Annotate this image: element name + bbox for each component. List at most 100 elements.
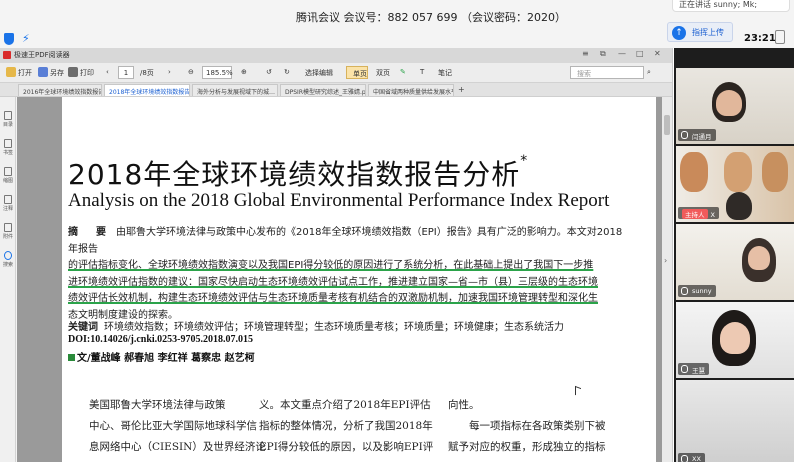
menu-icon[interactable]: ≡ bbox=[582, 49, 589, 58]
paper-title-text: 2018年全球环境绩效指数报告分析 bbox=[68, 158, 521, 191]
app-title: 极速王PDF阅读器 bbox=[14, 51, 70, 59]
chevron-right-icon[interactable]: › bbox=[664, 256, 667, 265]
sidebar-item-bookmarks[interactable]: 书签 bbox=[0, 139, 16, 156]
search-icon[interactable]: ⌕ bbox=[647, 68, 651, 77]
document-viewport[interactable]: 2018年全球环境绩效指数报告分析* Analysis on the 2018 … bbox=[17, 97, 662, 462]
author-marker-icon bbox=[68, 354, 75, 361]
abstract-line: 的评估指标变化、全球环境绩效指数演变以及我国EPI得分较低的原因进行了系统分析，… bbox=[68, 260, 594, 271]
mic-icon bbox=[681, 455, 688, 462]
body-column-3: 向性。 每一项指标在各政策类别下被 赋予对应的权重，形成独立的指标 bbox=[448, 395, 606, 458]
title-footnote-mark: * bbox=[520, 153, 529, 169]
tab-overseas-analysis[interactable]: 海外分析与发展视域下的城… bbox=[192, 84, 278, 96]
double-page-button[interactable]: 双页 bbox=[376, 68, 390, 78]
single-page-button[interactable]: 单页 bbox=[346, 66, 368, 79]
upload-icon: ↑ bbox=[672, 26, 686, 40]
body-line: 向性。 bbox=[448, 399, 480, 411]
tab-provincial-quality[interactable]: 中国省域两种质量供给发展水平评… bbox=[368, 84, 454, 96]
participant-tile[interactable]: 闫通月 bbox=[676, 68, 794, 144]
rotate-left-icon[interactable]: ↺ bbox=[266, 68, 272, 76]
body-line: 息网络中心（CIESIN）及世界经济论 bbox=[89, 441, 266, 453]
body-line: 赋予对应的权重，形成独立的指标 bbox=[448, 441, 606, 453]
maximize-icon[interactable]: □ bbox=[636, 49, 644, 58]
save-icon[interactable] bbox=[38, 67, 48, 77]
shield-icon[interactable] bbox=[4, 33, 14, 45]
sidebar-item-attachments[interactable]: 附件 bbox=[0, 223, 16, 240]
bookmark-icon bbox=[4, 139, 12, 148]
save-as-button[interactable]: 另存 bbox=[50, 68, 64, 78]
minimize-icon[interactable]: — bbox=[618, 49, 626, 58]
rotate-right-icon[interactable]: ↻ bbox=[284, 68, 290, 76]
select-mode-button[interactable]: 选择编辑 bbox=[305, 68, 333, 78]
print-button[interactable]: 打印 bbox=[80, 68, 94, 78]
sidebar: 目录 书签 缩图 注释 附件 搜索 bbox=[0, 97, 16, 462]
scroll-thumb[interactable] bbox=[664, 115, 670, 135]
vertical-scrollbar[interactable] bbox=[662, 97, 672, 462]
body-column-2: 义。本文重点介绍了2018年EPI评估 指标的整体情况，分析了我国2018年 E… bbox=[259, 395, 433, 458]
body-line: 义。本文重点介绍了2018年EPI评估 bbox=[259, 399, 431, 411]
highlight-pen-icon[interactable]: ✎ bbox=[400, 68, 406, 76]
search-icon bbox=[4, 251, 12, 260]
body-column-1: 美国耶鲁大学环境法律与政策 中心、哥伦比亚大学国际地球科学信 息网络中心（CIE… bbox=[89, 395, 266, 458]
participant-name: 闫通月 bbox=[678, 129, 716, 141]
participant-tile[interactable]: XX bbox=[676, 380, 794, 462]
sidebar-label: 注释 bbox=[2, 206, 13, 212]
person-figure bbox=[726, 192, 752, 220]
sidebar-label: 搜索 bbox=[2, 262, 13, 268]
chat-preview: 正在讲话 sunny; Mk; bbox=[672, 0, 790, 12]
sidebar-item-toc[interactable]: 目录 bbox=[0, 111, 16, 128]
mic-icon bbox=[681, 287, 688, 295]
network-icon[interactable]: ⚡ bbox=[22, 32, 30, 45]
painting-icon bbox=[680, 152, 708, 192]
annotation-icon bbox=[4, 195, 12, 204]
tab-2018-report[interactable]: 2018年全球环境绩效指数报告分… bbox=[104, 84, 190, 96]
raise-hand-button[interactable]: ↑ 指挥上传 bbox=[667, 22, 733, 42]
app-logo-icon bbox=[3, 51, 11, 59]
sidebar-item-thumbnails[interactable]: 缩图 bbox=[0, 167, 16, 184]
annotate-button[interactable]: 笔记 bbox=[438, 68, 452, 78]
tab-2016-report[interactable]: 2016年全球环境绩效指数报告… bbox=[18, 84, 102, 96]
pdf-reader-window: 极速王PDF阅读器 ≡ ⧉ — □ ✕ 打开 另存 打印 ‹ 1 /8页 › ⊖… bbox=[0, 48, 673, 462]
painting-icon bbox=[724, 152, 752, 192]
search-input[interactable]: 搜索 bbox=[570, 66, 644, 79]
raise-hand-label: 指挥上传 bbox=[692, 28, 724, 37]
text-icon[interactable]: T bbox=[420, 68, 424, 76]
person-face bbox=[748, 246, 770, 270]
sidebar-label: 缩图 bbox=[2, 178, 13, 184]
participant-name: sunny bbox=[678, 285, 716, 297]
battery-icon bbox=[775, 30, 785, 44]
participants-panel: 闫通月 主持人 X sunny 王慧 XX bbox=[674, 48, 794, 462]
thumbnail-icon bbox=[4, 167, 12, 176]
doi: DOI:10.14026/j.cnki.0253-9705.2018.07.01… bbox=[68, 334, 253, 345]
add-tab-icon[interactable]: + bbox=[458, 85, 465, 94]
zoom-input[interactable]: 185.5% bbox=[202, 66, 233, 79]
open-button[interactable]: 打开 bbox=[18, 68, 32, 78]
restore-icon[interactable]: ⧉ bbox=[600, 49, 606, 59]
sidebar-label: 附件 bbox=[2, 234, 13, 240]
body-line: 美国耶鲁大学环境法律与政策 bbox=[89, 399, 226, 411]
next-page-icon[interactable]: › bbox=[168, 68, 171, 76]
mouse-cursor-icon bbox=[575, 385, 581, 398]
sidebar-item-search[interactable]: 搜索 bbox=[0, 251, 16, 268]
page-number-input[interactable]: 1 bbox=[118, 66, 134, 79]
print-icon[interactable] bbox=[68, 67, 78, 77]
participant-tile[interactable]: sunny bbox=[676, 224, 794, 300]
abstract: 摘 要由耶鲁大学环境法律与政策中心发布的《2018年全球环境绩效指数（EPI）报… bbox=[68, 225, 628, 324]
folder-icon[interactable] bbox=[6, 67, 16, 77]
body-line: 指标的整体情况，分析了我国2018年 bbox=[259, 420, 433, 432]
close-icon[interactable]: ✕ bbox=[654, 49, 661, 58]
abstract-line: 进环境绩效评估指数的建议：国家尽快启动生态环境绩效评估试点工作，推进建立国家—省… bbox=[68, 276, 598, 288]
document-tabs: 2016年全球环境绩效指数报告… 2018年全球环境绩效指数报告分… 海外分析与… bbox=[0, 83, 672, 97]
zoom-in-icon[interactable]: ⊕ bbox=[241, 68, 247, 76]
sidebar-label: 目录 bbox=[2, 122, 13, 128]
abstract-line: 由耶鲁大学环境法律与政策中心发布的《2018年全球环境绩效指数（EPI）报告》具… bbox=[68, 227, 623, 255]
prev-page-icon[interactable]: ‹ bbox=[106, 68, 109, 76]
attachment-icon bbox=[4, 223, 12, 232]
authors: 文/董战峰 郝春旭 李红祥 葛察忠 赵艺柯 bbox=[68, 349, 255, 364]
host-badge: 主持人 bbox=[682, 209, 708, 219]
participant-tile[interactable]: 主持人 X bbox=[676, 146, 794, 222]
title-bar: 极速王PDF阅读器 ≡ ⧉ — □ ✕ bbox=[0, 48, 672, 63]
tab-dpsir[interactable]: DPSIR模型研究综述_王雅婧.pdf bbox=[280, 84, 366, 96]
zoom-out-icon[interactable]: ⊖ bbox=[188, 68, 194, 76]
sidebar-item-annotations[interactable]: 注释 bbox=[0, 195, 16, 212]
participant-tile[interactable]: 王慧 bbox=[676, 302, 794, 378]
